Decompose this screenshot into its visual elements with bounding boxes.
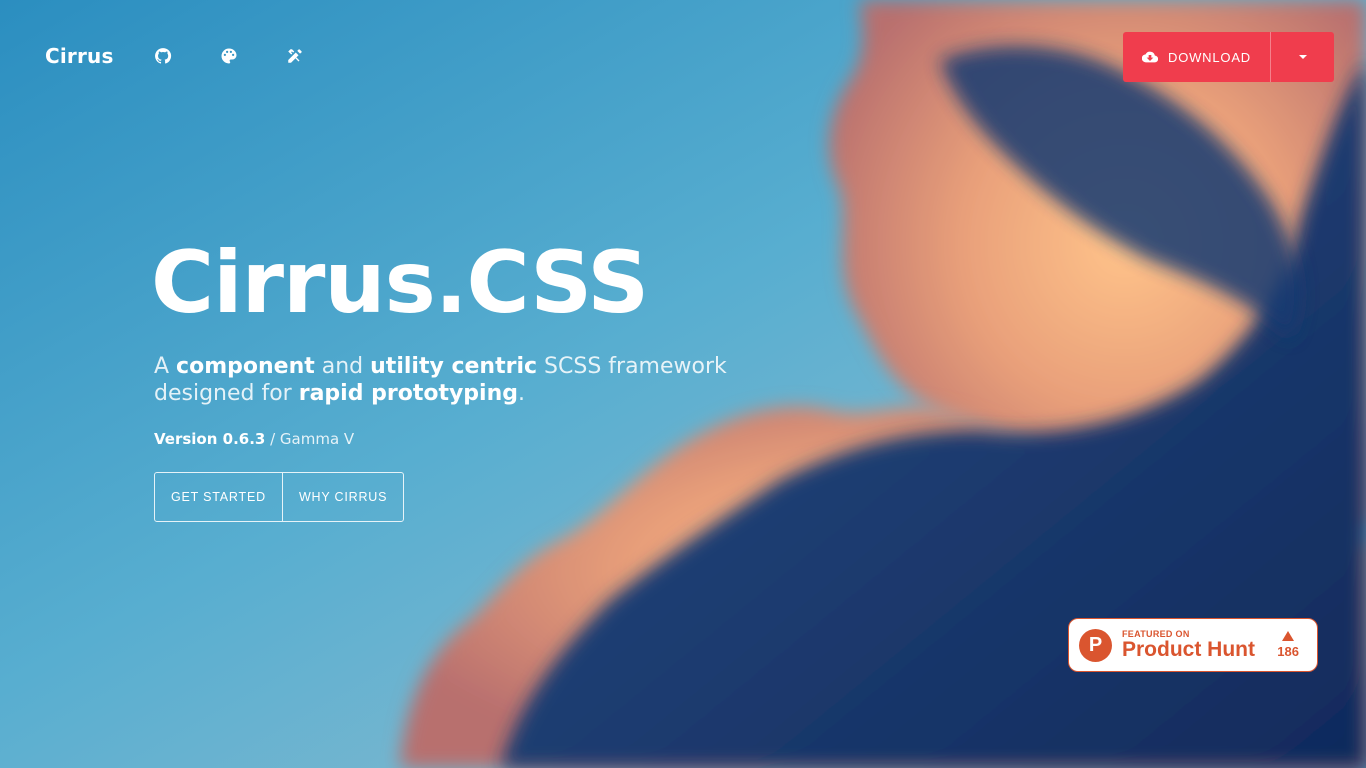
- product-hunt-text: FEATURED ON Product Hunt: [1122, 629, 1255, 661]
- version-info: Version 0.6.3 / Gamma V: [154, 430, 354, 448]
- get-started-button[interactable]: GET STARTED: [155, 473, 282, 521]
- tagline-text: and: [314, 354, 371, 379]
- tagline-emphasis: rapid prototyping: [298, 381, 519, 406]
- tagline-emphasis: utility centric: [370, 354, 538, 379]
- version-number: Version 0.6.3: [154, 430, 266, 448]
- caret-down-icon: [1298, 55, 1307, 59]
- hero-tagline: A component and utility centric SCSS fra…: [154, 353, 754, 407]
- top-header: Cirrus DOWNLOAD: [0, 0, 1366, 112]
- hero-title: Cirrus.CSS: [151, 233, 649, 333]
- brand-logo-link[interactable]: Cirrus: [45, 44, 114, 68]
- hero-button-group: GET STARTED WHY CIRRUS: [154, 472, 405, 522]
- cloud-download-icon: [1142, 51, 1159, 63]
- ph-vote-count: 186: [1277, 644, 1299, 659]
- tagline-text: A: [154, 354, 177, 379]
- product-hunt-badge[interactable]: P FEATURED ON Product Hunt 186: [1068, 618, 1318, 672]
- github-icon[interactable]: [151, 44, 175, 68]
- palette-icon[interactable]: [217, 44, 241, 68]
- ph-name-label: Product Hunt: [1122, 638, 1255, 661]
- tagline-text: .: [518, 381, 526, 406]
- why-cirrus-button[interactable]: WHY CIRRUS: [281, 473, 403, 521]
- download-dropdown-toggle[interactable]: [1271, 32, 1334, 82]
- version-name: / Gamma V: [265, 430, 355, 448]
- upvote-arrow-icon: [1282, 631, 1295, 641]
- product-hunt-logo-icon: P: [1079, 628, 1112, 662]
- download-label: DOWNLOAD: [1168, 49, 1251, 65]
- ph-votes: 186: [1277, 631, 1299, 659]
- tools-icon[interactable]: [283, 44, 307, 68]
- download-button[interactable]: DOWNLOAD: [1123, 32, 1271, 82]
- download-button-group: DOWNLOAD: [1123, 32, 1334, 82]
- tagline-emphasis: component: [176, 354, 315, 379]
